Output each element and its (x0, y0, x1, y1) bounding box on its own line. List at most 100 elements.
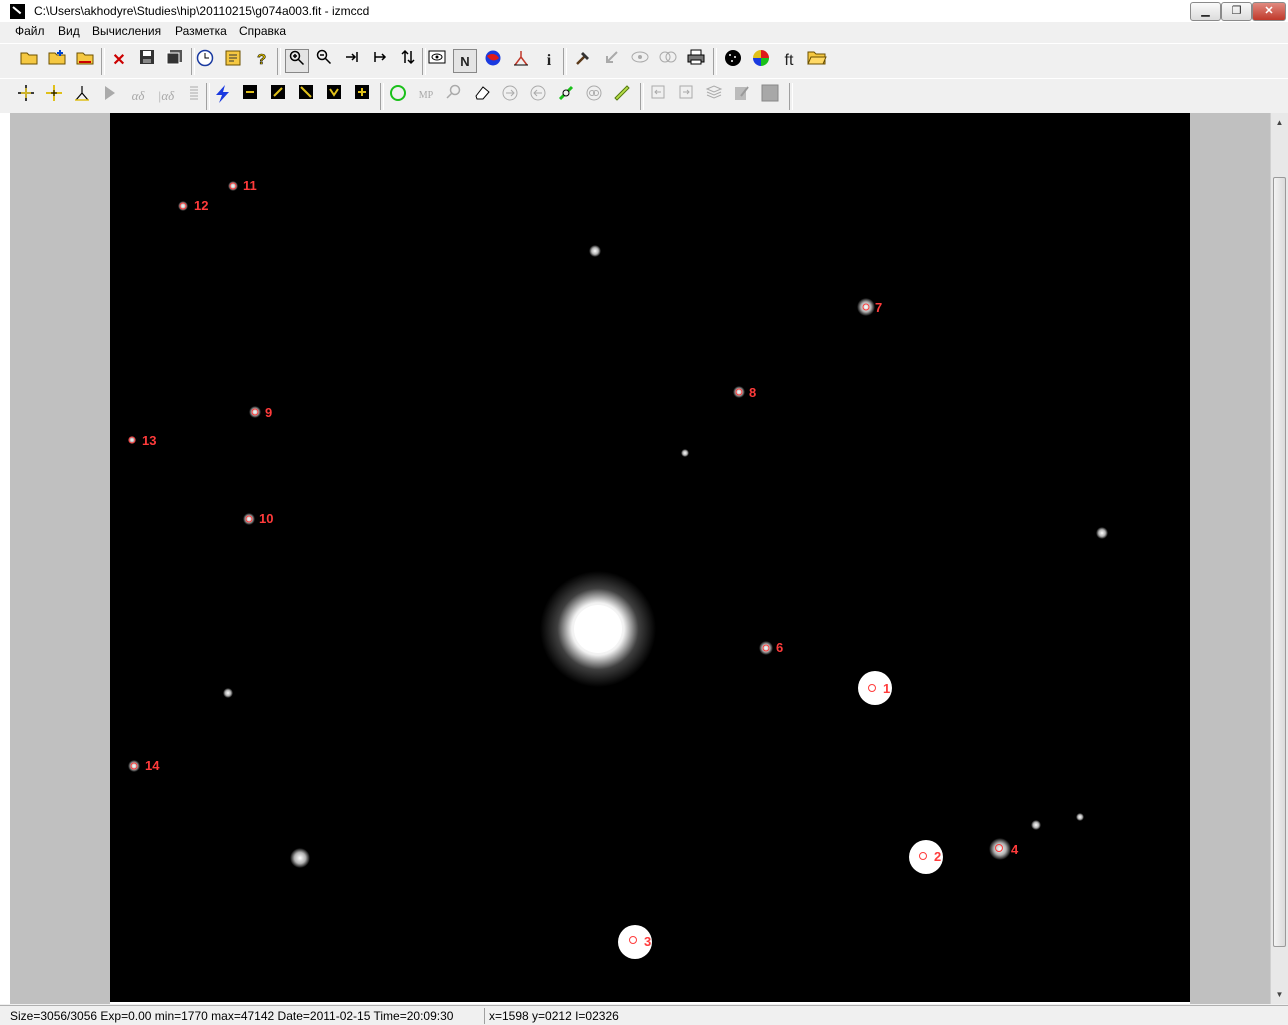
slash-box-icon[interactable] (266, 84, 290, 108)
fit-right-icon[interactable] (340, 49, 364, 73)
compare-circle-icon[interactable] (582, 84, 606, 108)
close-button[interactable]: ✕ (1252, 2, 1286, 21)
v-box-icon[interactable] (322, 84, 346, 108)
star-13[interactable]: 13 (128, 433, 156, 448)
magnifier-icon[interactable] (442, 84, 466, 108)
menu-bar: Файл Вид Вычисления Разметка Справка (0, 22, 1288, 42)
hammer-icon[interactable] (571, 49, 595, 73)
ruler-icon[interactable] (610, 84, 634, 108)
list-icon[interactable] (182, 84, 206, 108)
status-bar: Size=3056/3056 Exp=0.00 min=1770 max=471… (0, 1005, 1288, 1025)
maximize-button[interactable]: ❐ (1221, 2, 1252, 21)
link-icon[interactable] (554, 84, 578, 108)
ft-button[interactable]: ft (777, 49, 801, 73)
double-ellipse-icon[interactable] (656, 49, 680, 73)
star-field-icon[interactable] (721, 49, 745, 73)
color-wheel-icon[interactable] (749, 49, 773, 73)
toolbar-separator (713, 48, 717, 75)
gradient-box-icon[interactable] (294, 84, 318, 108)
star-4[interactable]: 4 (989, 838, 1019, 860)
menu-file[interactable]: Файл (15, 24, 45, 38)
star-label: 12 (194, 198, 208, 213)
profile-fork-icon[interactable] (70, 84, 94, 108)
import-icon[interactable] (646, 84, 670, 108)
arrow-right-circle-icon[interactable] (498, 84, 522, 108)
scroll-down-icon[interactable]: ▼ (1272, 987, 1287, 1002)
vertical-scrollbar[interactable]: ▲ ▼ (1270, 113, 1288, 1004)
star-14[interactable]: 14 (128, 758, 160, 773)
edit-doc-icon[interactable] (730, 84, 754, 108)
open-batch-icon[interactable] (73, 49, 97, 73)
star-9[interactable]: 9 (249, 405, 272, 420)
alpha-delta-2-button[interactable]: |αδ (154, 84, 178, 108)
main-toolbar: ✕ ? N i ft (0, 43, 1288, 79)
faint-star[interactable] (290, 848, 310, 868)
star-8[interactable]: 8 (733, 385, 756, 400)
flip-vertical-icon[interactable] (396, 49, 420, 73)
crosshair-yellow-icon[interactable] (42, 84, 66, 108)
color-palette-icon[interactable] (481, 49, 505, 73)
mp-button[interactable]: MP (414, 84, 438, 108)
minimize-button[interactable]: ▁ (1190, 2, 1221, 21)
star-6[interactable]: 6 (759, 640, 783, 655)
profile-icon[interactable] (509, 49, 533, 73)
image-workspace: 1 2 3 4 6 7 8 9 10 11 12 13 14 (0, 113, 1270, 1004)
folder-open-icon[interactable] (805, 49, 829, 73)
star-label: 9 (265, 405, 272, 420)
star-3[interactable]: 3 (618, 925, 652, 959)
faint-star[interactable] (589, 245, 601, 257)
lightning-icon[interactable] (210, 84, 234, 108)
arrow-left-circle-icon[interactable] (526, 84, 550, 108)
scroll-up-icon[interactable]: ▲ (1272, 115, 1287, 130)
save-all-icon[interactable] (163, 49, 187, 73)
help-icon[interactable]: ? (249, 49, 273, 73)
plus-box-icon[interactable] (350, 84, 374, 108)
star-1[interactable]: 1 (858, 671, 892, 705)
scroll-thumb[interactable] (1273, 177, 1286, 947)
play-icon[interactable] (98, 84, 122, 108)
star-11[interactable]: 11 (228, 178, 257, 193)
view-eye-icon[interactable] (425, 49, 449, 73)
circle-icon[interactable] (386, 84, 410, 108)
info-button[interactable]: i (537, 49, 561, 73)
title-bar: C:\Users\akhodyre\Studies\hip\20110215\g… (0, 0, 1288, 23)
export-icon[interactable] (674, 84, 698, 108)
layers-icon[interactable] (702, 84, 726, 108)
menu-help[interactable]: Справка (239, 24, 286, 38)
star-12[interactable]: 12 (178, 198, 208, 213)
zoom-in-icon[interactable] (285, 49, 309, 73)
star-7[interactable]: 7 (857, 298, 882, 316)
alpha-delta-button[interactable]: αδ (126, 84, 150, 108)
faint-star[interactable] (681, 449, 689, 457)
faint-star[interactable] (1096, 527, 1108, 539)
menu-view[interactable]: Вид (58, 24, 80, 38)
menu-markup[interactable]: Разметка (175, 24, 227, 38)
image-info: Size=3056/3056 Exp=0.00 min=1770 max=471… (10, 1009, 454, 1023)
north-button[interactable]: N (453, 49, 477, 73)
faint-star[interactable] (1076, 813, 1084, 821)
crosshair-icon[interactable] (14, 84, 38, 108)
star-2[interactable]: 2 (909, 840, 943, 874)
ccd-image[interactable]: 1 2 3 4 6 7 8 9 10 11 12 13 14 (110, 113, 1190, 1002)
open-folder-icon[interactable] (17, 49, 41, 73)
faint-star[interactable] (223, 688, 233, 698)
toolbar-separator (277, 48, 281, 75)
star-field[interactable]: 1 2 3 4 6 7 8 9 10 11 12 13 14 (110, 113, 1190, 1002)
minus-box-icon[interactable] (238, 84, 262, 108)
fit-horizontal-icon[interactable] (368, 49, 392, 73)
ellipse-icon[interactable] (628, 49, 652, 73)
settings-icon[interactable] (221, 49, 245, 73)
faint-star[interactable] (1031, 820, 1041, 830)
print-icon[interactable] (684, 49, 708, 73)
left-margin (10, 113, 110, 1004)
menu-compute[interactable]: Вычисления (92, 24, 161, 38)
arrow-in-icon[interactable] (599, 49, 623, 73)
clock-icon[interactable] (193, 49, 217, 73)
open-add-icon[interactable] (45, 49, 69, 73)
eraser-icon[interactable] (470, 84, 494, 108)
delete-icon[interactable]: ✕ (107, 49, 131, 73)
save-icon[interactable] (135, 49, 159, 73)
star-10[interactable]: 10 (243, 511, 273, 526)
zoom-out-icon[interactable] (312, 49, 336, 73)
stop-icon[interactable] (758, 84, 782, 108)
